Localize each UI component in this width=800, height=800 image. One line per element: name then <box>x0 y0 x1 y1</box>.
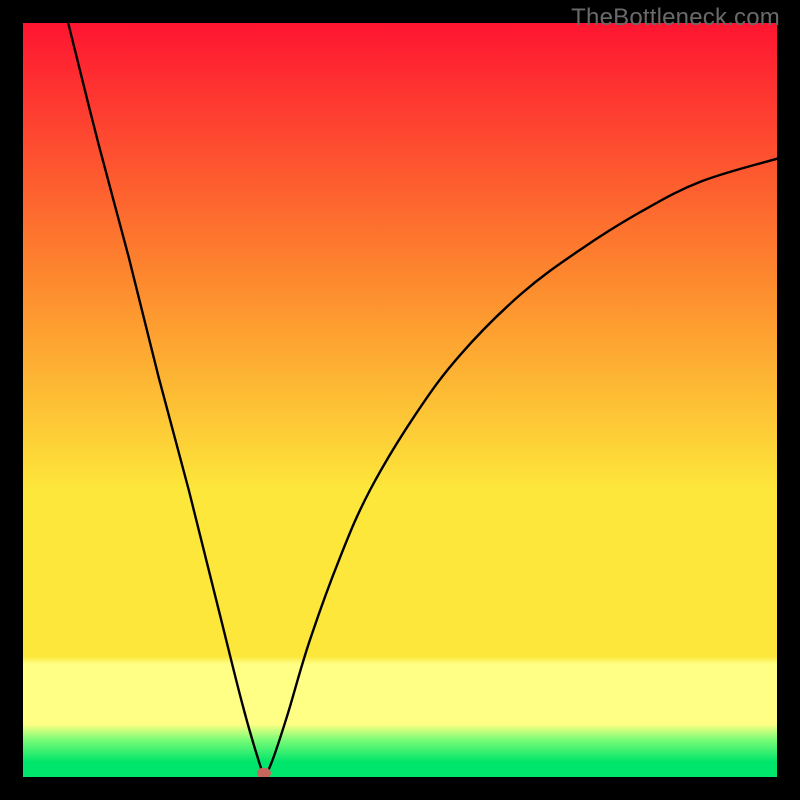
plot-area <box>23 23 777 777</box>
bottleneck-curve <box>68 23 777 774</box>
curve-layer <box>23 23 777 777</box>
chart-frame: TheBottleneck.com <box>0 0 800 800</box>
watermark-text: TheBottleneck.com <box>571 4 780 32</box>
optimal-marker <box>257 768 271 777</box>
